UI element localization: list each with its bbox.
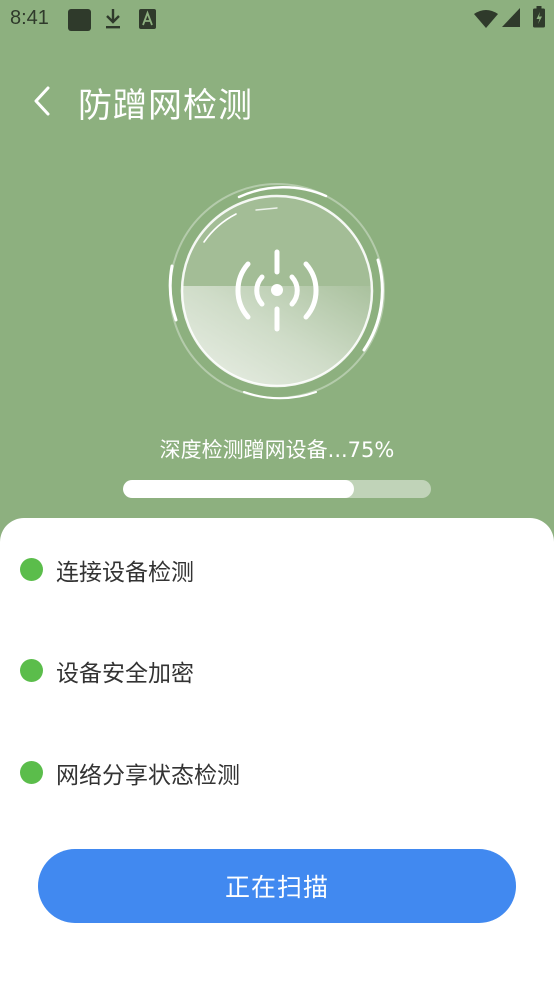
battery-icon: [533, 6, 545, 33]
status-bar: 8:41: [0, 0, 554, 38]
font-a-icon: [139, 9, 156, 34]
checklist-item-label: 网络分享状态检测: [56, 763, 240, 789]
download-icon: [104, 8, 122, 35]
status-dot-icon: [20, 659, 43, 682]
scan-status-text: 深度检测蹭网设备...75%: [159, 438, 395, 462]
scan-progress-bar: [123, 480, 431, 498]
chevron-left-icon[interactable]: [28, 84, 58, 118]
radar-scanner: [166, 182, 388, 400]
app-header: 防蹭网检测: [0, 70, 554, 130]
status-dot-icon: [20, 761, 43, 784]
checklist-item-label: 设备安全加密: [56, 661, 194, 687]
status-time: 8:41: [10, 7, 49, 29]
scanning-button[interactable]: 正在扫描: [38, 849, 516, 923]
checklist-item-label: 连接设备检测: [56, 560, 194, 586]
status-dot-icon: [20, 558, 43, 581]
signal-icon: [502, 8, 520, 32]
scan-progress-fill: [123, 480, 354, 498]
page-title: 防蹭网检测: [78, 86, 253, 126]
app-square-icon: [68, 9, 91, 36]
wifi-icon: [474, 9, 498, 33]
